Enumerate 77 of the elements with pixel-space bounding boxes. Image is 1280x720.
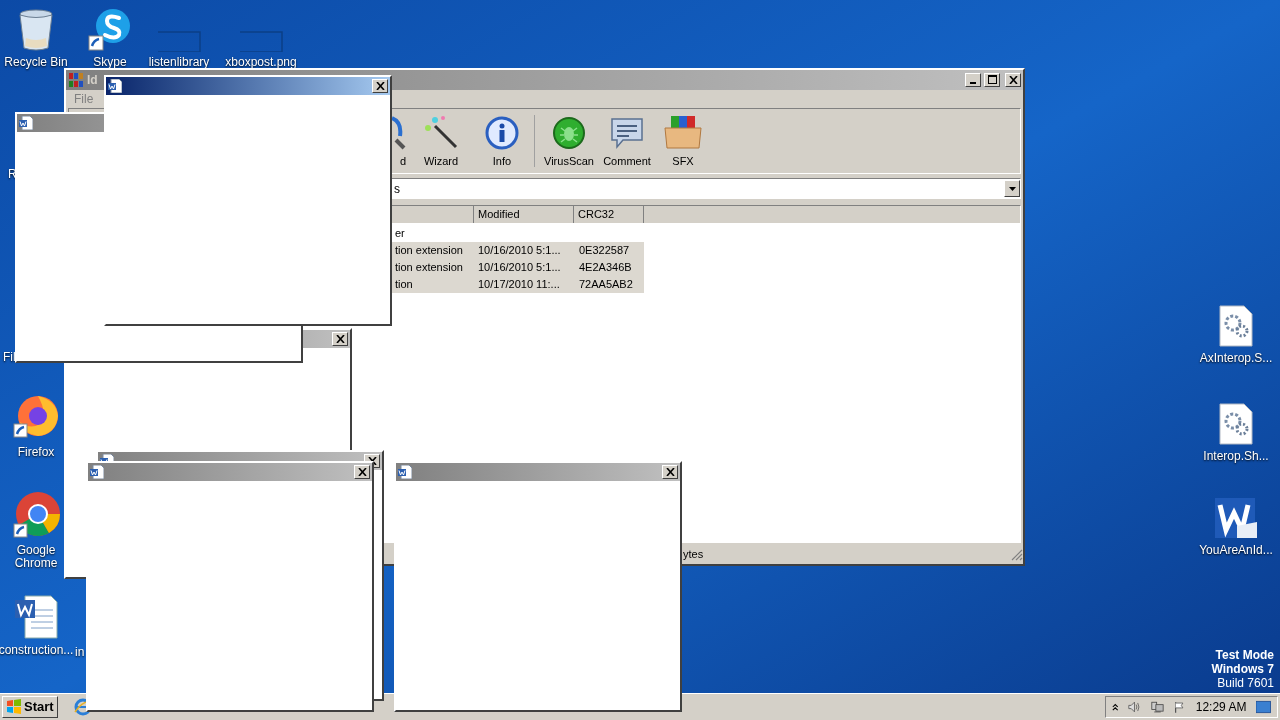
table-cell-text: er [394, 226, 406, 242]
desktop-icon-label: listenlibrary [147, 56, 211, 69]
desktop-icon-label: Fil [3, 351, 16, 364]
column-header[interactable]: CRC32 [574, 206, 644, 223]
desktop-icon-label: Google Chrome [13, 544, 59, 570]
close-button[interactable] [332, 332, 348, 346]
toolbar-button[interactable]: Wizard [408, 109, 474, 173]
table-cell-text: 4E2A346B [578, 260, 633, 276]
network-icon[interactable] [1151, 699, 1165, 715]
close-button[interactable] [662, 465, 678, 479]
close-button[interactable] [372, 79, 388, 93]
document-icon [90, 465, 104, 479]
resize-grip-icon[interactable] [1011, 548, 1023, 561]
maximize-icon [987, 75, 997, 84]
maximize-button[interactable] [984, 73, 1000, 87]
close-button[interactable] [1005, 73, 1021, 87]
caret-icon [1008, 186, 1016, 191]
table-cell-text: 10/16/2010 5:1... [477, 243, 562, 259]
desktop-icon-label: Interop.Sh... [1202, 450, 1270, 463]
toolbar-button[interactable]: d [356, 109, 408, 173]
table-cell-text: 10/16/2010 5:1... [477, 260, 562, 276]
document-icon[interactable] [1213, 496, 1259, 540]
toolbar-button[interactable]: VirusScan [539, 109, 599, 173]
settings-file-icon[interactable] [1218, 304, 1254, 348]
desktop-icon-label: Recycle Bin [3, 56, 69, 69]
bug-scan-icon [552, 115, 586, 150]
document-icon [398, 465, 412, 479]
minimize-button[interactable] [965, 73, 981, 87]
archive-box-icon [663, 113, 703, 150]
table-cell-text: 0E322587 [578, 243, 631, 259]
toolbar-button[interactable]: Info [474, 109, 530, 173]
speaker-icon[interactable] [1128, 700, 1142, 714]
flag-icon[interactable] [1174, 699, 1186, 715]
info-icon [485, 115, 519, 150]
windows-flag-icon [6, 699, 22, 715]
stacked-books-icon [68, 72, 84, 88]
table-cell-text: tion extension [394, 260, 464, 276]
desktop-icon-label: AxInterop.S... [1198, 352, 1274, 365]
magic-wand-icon [423, 113, 459, 150]
close-button[interactable] [354, 465, 370, 479]
close-icon [375, 82, 385, 90]
table-cell-text: tion [394, 277, 414, 293]
status-text: ytes [682, 547, 705, 563]
document-icon [19, 116, 33, 130]
window-title: Id [87, 72, 98, 89]
close-icon [335, 335, 345, 343]
settings-file-icon[interactable] [1218, 402, 1254, 446]
toolbar-button[interactable]: SFX [655, 109, 711, 173]
start-button[interactable]: Start [2, 696, 58, 718]
clock[interactable]: 12:29 AM [1195, 698, 1247, 716]
document-icon[interactable] [13, 594, 59, 640]
chat-logo-icon[interactable] [87, 8, 133, 52]
test-mode-text: Test Mode [1215, 648, 1274, 662]
speech-bubble-icon [609, 115, 645, 150]
desktop-icon-label: YouAreAnId... [1198, 544, 1274, 557]
trash-bin-icon[interactable] [16, 8, 56, 52]
desktop-icon-label: Firefox [16, 446, 56, 459]
desktop-icon-label: construction... [0, 644, 74, 657]
table-cell-text: 10/17/2010 11:... [477, 277, 561, 293]
column-header[interactable]: Modified [474, 206, 574, 223]
desktop-icon-label: xboxpost.png [224, 56, 298, 69]
test-mode-text: Windows 7 [1211, 662, 1274, 676]
minimize-icon [970, 82, 976, 84]
chevron-up-icon[interactable] [1112, 702, 1119, 712]
test-mode-text: Build 7601 [1217, 676, 1274, 690]
table-cell-text: tion extension [394, 243, 464, 259]
close-icon [665, 468, 675, 476]
close-icon [357, 468, 367, 476]
desktop-icon-label: in [75, 646, 85, 659]
document-icon [108, 79, 122, 93]
desktop-icon-label: Skype [92, 56, 128, 69]
toolbar-button[interactable]: Comment [599, 109, 655, 173]
table-cell-text: 72AA5AB2 [578, 277, 634, 293]
dropdown-button[interactable] [1004, 180, 1020, 197]
browser-logo-icon[interactable] [12, 492, 60, 540]
close-icon [1008, 76, 1018, 84]
show-desktop-icon[interactable] [1256, 700, 1271, 714]
